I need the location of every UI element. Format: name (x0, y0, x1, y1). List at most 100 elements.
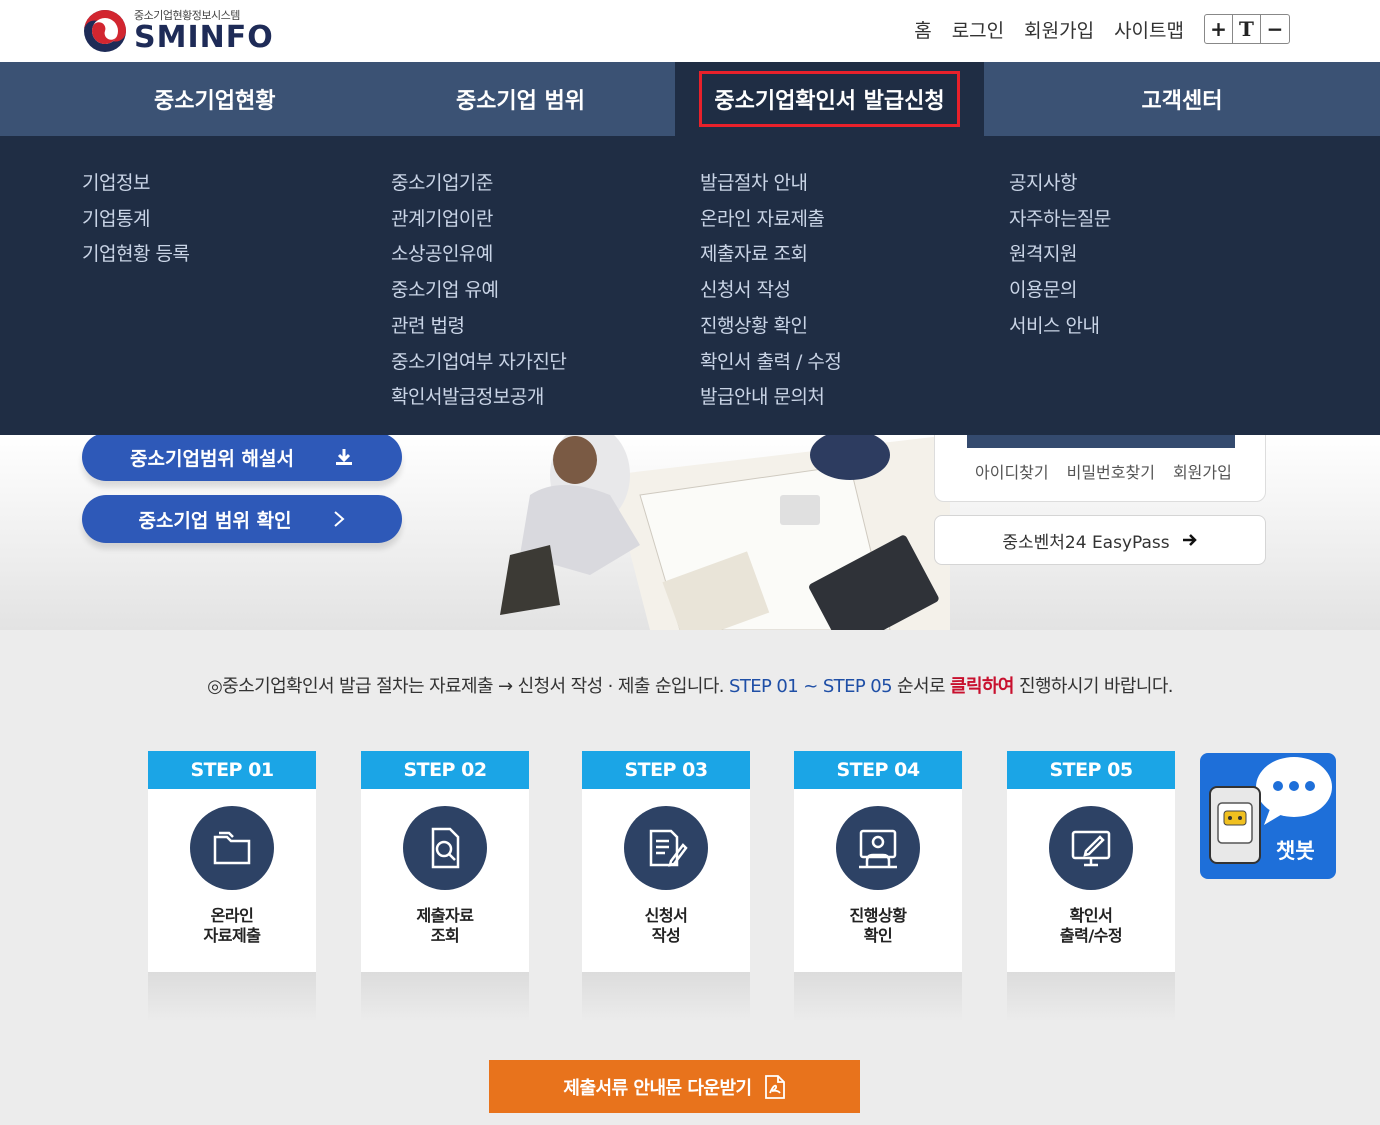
signup-link-small[interactable]: 회원가입 (1173, 459, 1232, 483)
step-label-line: 확인서 (1069, 906, 1113, 925)
easypass-link[interactable]: 중소벤처24 EasyPass (934, 515, 1266, 565)
login-button[interactable] (967, 435, 1235, 448)
chatbot-icon (1209, 757, 1332, 864)
scope-guide-label: 중소기업범위 해설서 (130, 447, 294, 470)
find-password-link[interactable]: 비밀번호찾기 (1067, 459, 1155, 483)
card-reflection (1007, 972, 1175, 1022)
signup-link[interactable]: 회원가입 (1024, 16, 1094, 43)
step-label-line: 온라인 (210, 906, 254, 925)
documents-guide-download-button[interactable]: 제출서류 안내문 다운받기 (489, 1060, 860, 1113)
step-label-line: 진행상황 (849, 906, 907, 925)
menu-item[interactable]: 확인서 출력 / 수정 (700, 345, 842, 381)
folder-icon (190, 806, 274, 890)
menu-item[interactable]: 원격지원 (1009, 237, 1111, 273)
menu-column-status: 기업정보 기업통계 기업현황 등록 (82, 166, 190, 273)
card-reflection (794, 972, 962, 1022)
chevron-right-icon (333, 511, 345, 527)
nav-customer-center[interactable]: 고객센터 (984, 62, 1380, 136)
notice-step-range: STEP 01 ~ STEP 05 (729, 676, 892, 697)
menu-item[interactable]: 중소기업기준 (391, 166, 566, 202)
step-label: 신청서 작성 (582, 906, 750, 946)
chatbot-label: 챗봇 (1276, 839, 1315, 863)
mega-dropdown-menu: 기업정보 기업통계 기업현황 등록 중소기업기준 관계기업이란 소상공인유예 중… (0, 136, 1380, 435)
sitemap-link[interactable]: 사이트맵 (1114, 16, 1184, 43)
menu-item[interactable]: 서비스 안내 (1009, 309, 1111, 345)
step-title: STEP 02 (361, 751, 529, 789)
monitor-person-icon (836, 806, 920, 890)
font-size-controls: + T − (1204, 14, 1290, 44)
menu-item[interactable]: 신청서 작성 (700, 273, 841, 309)
menu-item[interactable]: 자주하는질문 (1009, 202, 1111, 238)
font-decrease-button[interactable]: − (1261, 15, 1289, 43)
step-01-card[interactable]: STEP 01 온라인 자료제출 (148, 751, 316, 972)
arrow-right-icon (1182, 534, 1197, 546)
step-label-line: 조회 (430, 926, 460, 945)
step-label-line: 확인 (863, 926, 893, 945)
document-search-icon (403, 806, 487, 890)
step-02-card[interactable]: STEP 02 제출자료 조회 (361, 751, 529, 972)
menu-item[interactable]: 발급절차 안내 (700, 166, 841, 202)
step-label: 확인서 출력/수정 (1007, 906, 1175, 946)
font-increase-button[interactable]: + (1205, 15, 1233, 43)
easypass-label: 중소벤처24 EasyPass (1002, 532, 1170, 553)
step-label-line: 자료제출 (203, 926, 261, 945)
notice-click-emphasis: 클릭하여 (950, 676, 1014, 697)
pdf-file-icon (764, 1074, 785, 1099)
steps-section: ◎중소기업확인서 발급 절차는 자료제출 → 신청서 작성 · 제출 순입니다.… (0, 630, 1380, 1125)
login-link[interactable]: 로그인 (952, 16, 1004, 43)
step-label-line: 출력/수정 (1059, 926, 1123, 945)
download-label: 제출서류 안내문 다운받기 (563, 1077, 752, 1099)
step-label-line: 작성 (651, 926, 681, 945)
site-header: 중소기업현황정보시스템 SMINFO 홈 로그인 회원가입 사이트맵 + T − (0, 0, 1380, 62)
menu-item[interactable]: 이용문의 (1009, 273, 1111, 309)
step-label: 제출자료 조회 (361, 906, 529, 946)
menu-item[interactable]: 온라인 자료제출 (700, 202, 841, 238)
menu-item[interactable]: 중소기업 유예 (391, 273, 566, 309)
menu-item[interactable]: 관계기업이란 (391, 202, 566, 238)
step-05-card[interactable]: STEP 05 확인서 출력/수정 (1007, 751, 1175, 972)
menu-item[interactable]: 진행상황 확인 (700, 309, 841, 345)
step-04-card[interactable]: STEP 04 진행상황 확인 (794, 751, 962, 972)
scope-check-button[interactable]: 중소기업 범위 확인 (82, 495, 402, 543)
menu-item[interactable]: 확인서발급정보공개 (391, 380, 566, 416)
home-link[interactable]: 홈 (914, 16, 931, 43)
menu-item[interactable]: 발급안내 문의처 (700, 380, 841, 416)
menu-column-support: 공지사항 자주하는질문 원격지원 이용문의 서비스 안내 (1009, 166, 1111, 345)
utility-links: 홈 로그인 회원가입 사이트맵 + T − (914, 14, 1290, 44)
step-title: STEP 01 (148, 751, 316, 789)
menu-item[interactable]: 기업정보 (82, 166, 189, 202)
login-panel: 아이디찾기 비밀번호찾기 회원가입 (934, 435, 1266, 502)
menu-item[interactable]: 관련 법령 (391, 309, 566, 345)
card-reflection (582, 972, 750, 1022)
hero-section: 중소기업범위 해설서 중소기업 범위 확인 아이디찾기 비밀번호찾기 회원가입 … (0, 435, 1380, 630)
find-id-link[interactable]: 아이디찾기 (975, 459, 1049, 483)
scope-check-label: 중소기업 범위 확인 (138, 509, 292, 532)
menu-item[interactable]: 소상공인유예 (391, 237, 566, 273)
main-navigation: 중소기업현황 중소기업 범위 중소기업확인서 발급신청 고객센터 (0, 62, 1380, 136)
step-title: STEP 03 (582, 751, 750, 789)
notice-text: ◎중소기업확인서 발급 절차는 자료제출 → 신청서 작성 · 제출 순입니다. (207, 676, 730, 697)
account-links: 아이디찾기 비밀번호찾기 회원가입 (975, 459, 1232, 483)
procedure-notice: ◎중소기업확인서 발급 절차는 자료제출 → 신청서 작성 · 제출 순입니다.… (0, 672, 1380, 698)
menu-item[interactable]: 제출자료 조회 (700, 237, 841, 273)
menu-item[interactable]: 공지사항 (1009, 166, 1111, 202)
scope-guide-download-button[interactable]: 중소기업범위 해설서 (82, 435, 402, 481)
step-title: STEP 05 (1007, 751, 1175, 789)
menu-item[interactable]: 중소기업여부 자가진단 (391, 345, 567, 381)
menu-item[interactable]: 기업통계 (82, 202, 189, 238)
nav-sme-status[interactable]: 중소기업현황 (0, 62, 366, 136)
font-reset-button[interactable]: T (1233, 15, 1261, 43)
business-meeting-photo (500, 435, 950, 630)
chatbot-button[interactable]: 챗봇 (1200, 753, 1336, 879)
card-reflection (361, 972, 529, 1022)
step-label-line: 제출자료 (416, 906, 474, 925)
notice-text: 순서로 (891, 676, 951, 697)
step-03-card[interactable]: STEP 03 신청서 작성 (582, 751, 750, 972)
nav-sme-scope[interactable]: 중소기업 범위 (366, 62, 675, 136)
monitor-pen-icon (1049, 806, 1133, 890)
site-logo[interactable]: 중소기업현황정보시스템 SMINFO (82, 6, 282, 56)
menu-item[interactable]: 기업현황 등록 (82, 237, 190, 273)
step-title: STEP 04 (794, 751, 962, 789)
taegeuk-logo-icon (84, 10, 126, 52)
nav-certificate-application[interactable]: 중소기업확인서 발급신청 (675, 62, 984, 136)
